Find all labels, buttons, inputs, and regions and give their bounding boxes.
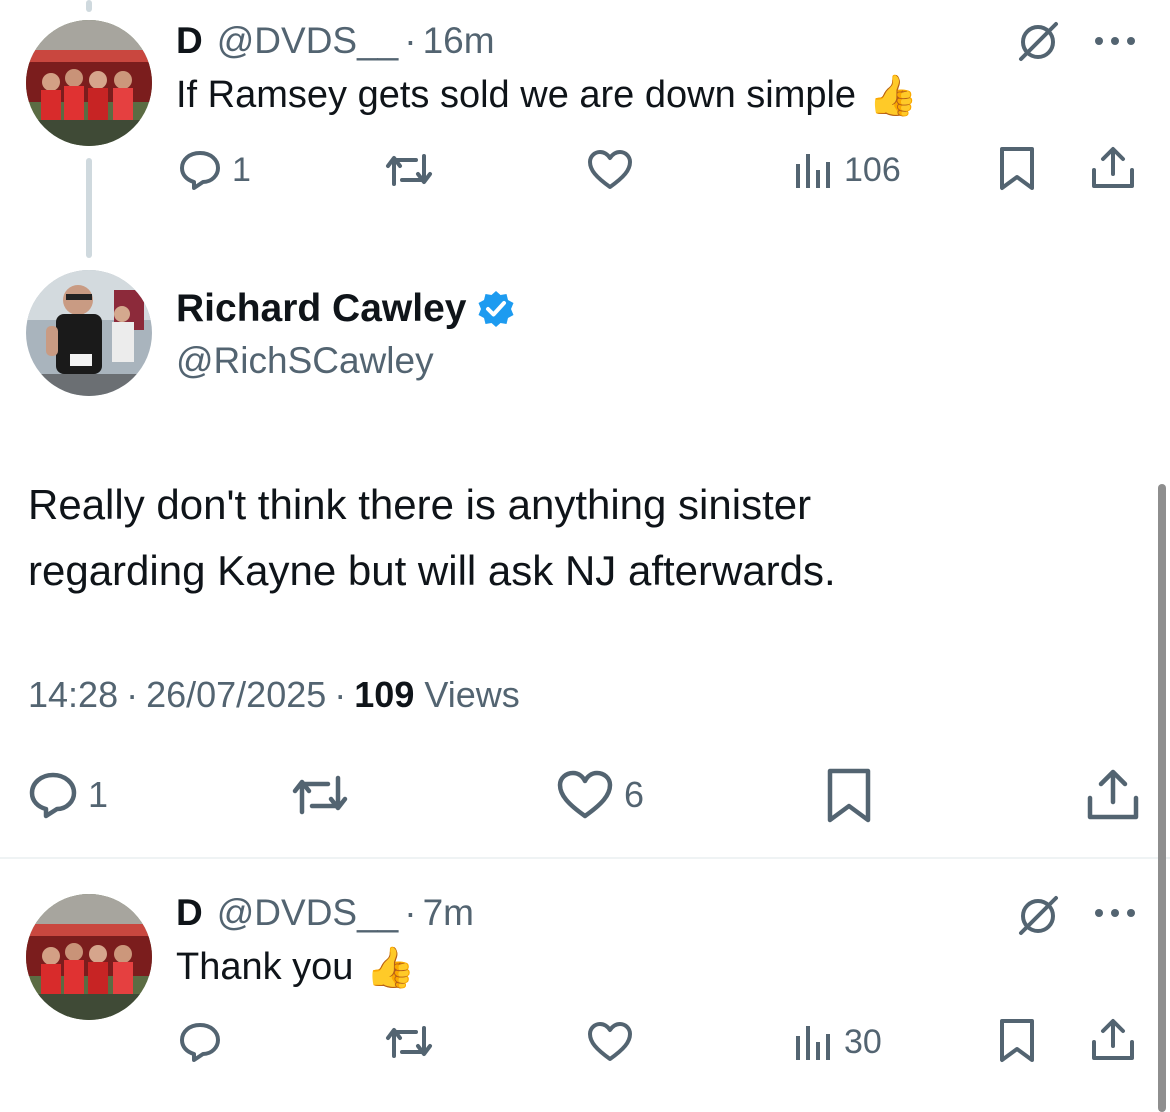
repost-icon [290, 772, 350, 818]
bookmark-icon[interactable] [826, 768, 872, 824]
thumbs-up-emoji: 👍 [365, 946, 416, 990]
views-count: 30 [844, 1022, 882, 1061]
display-name[interactable]: D [176, 892, 203, 934]
repost-icon [384, 1022, 434, 1062]
tweet-text: Thank you 👍 [176, 944, 415, 991]
views-label: Views [424, 674, 520, 715]
repost-action[interactable] [290, 770, 350, 820]
reply-header: D @DVDS__ · 7m [176, 892, 474, 934]
reply-action[interactable]: 1 [178, 148, 251, 192]
user-handle[interactable]: @DVDS__ [217, 20, 399, 62]
thread-line-top [86, 0, 92, 12]
more-options-icon[interactable] [1092, 906, 1138, 920]
avatar[interactable] [26, 270, 152, 396]
share-icon[interactable] [1086, 768, 1140, 822]
tweet-time[interactable]: 14:28 [28, 674, 118, 716]
separator-dot: · [404, 20, 417, 61]
display-name[interactable]: Richard Cawley [176, 287, 466, 331]
reply-icon [28, 771, 78, 819]
verified-badge-icon [476, 289, 516, 329]
like-action[interactable]: 6 [556, 770, 644, 820]
tweet-body: Really don't think there is anything sin… [28, 472, 836, 604]
reply-header: D @DVDS__ · 16m [176, 20, 495, 62]
thumbs-up-emoji: 👍 [868, 74, 918, 118]
bookmark-icon[interactable] [998, 1018, 1036, 1064]
avatar[interactable] [26, 894, 152, 1020]
like-action[interactable] [586, 1020, 634, 1064]
views-icon [794, 1022, 834, 1062]
views-count: 106 [844, 150, 901, 189]
grok-icon[interactable] [1016, 894, 1060, 938]
grok-icon[interactable] [1016, 20, 1060, 64]
reply-action[interactable]: 1 [28, 770, 108, 820]
tweet-meta: 14:28 · 26/07/2025 · 109 Views [28, 674, 520, 716]
divider [0, 857, 1170, 859]
tweet-text: If Ramsey gets sold we are down simple 👍 [176, 72, 918, 119]
thread-line-middle [86, 158, 92, 258]
repost-icon [384, 150, 434, 190]
user-handle[interactable]: @DVDS__ [217, 892, 399, 934]
tweet-date[interactable]: 26/07/2025 [146, 674, 326, 716]
share-icon[interactable] [1090, 146, 1136, 190]
repost-action[interactable] [384, 148, 434, 192]
display-name[interactable]: D [176, 20, 203, 62]
like-count: 6 [624, 774, 645, 815]
like-action[interactable] [586, 148, 634, 192]
separator-dot: · [334, 674, 347, 715]
tweet-text-line-2: regarding Kayne but will ask NJ afterwar… [28, 547, 836, 594]
separator-dot: · [404, 892, 417, 933]
views-icon [794, 150, 834, 190]
separator-dot: · [126, 674, 139, 715]
tweet-text-content: Thank you [176, 946, 354, 988]
share-icon[interactable] [1090, 1018, 1136, 1062]
views-count: 109 [354, 674, 415, 715]
reply-icon [178, 1021, 222, 1063]
views-action[interactable]: 106 [794, 148, 901, 192]
user-handle[interactable]: @RichSCawley [176, 340, 434, 382]
more-options-icon[interactable] [1092, 34, 1138, 48]
heart-icon [556, 770, 614, 820]
reply-count: 1 [232, 150, 251, 189]
avatar[interactable] [26, 20, 152, 146]
timestamp[interactable]: 16m [423, 20, 495, 62]
heart-icon [586, 1021, 634, 1063]
views-action[interactable]: 30 [794, 1020, 882, 1064]
bookmark-icon[interactable] [998, 146, 1036, 192]
tweet-text-content: If Ramsey gets sold we are down simple [176, 74, 857, 116]
reply-icon [178, 149, 222, 191]
reply-count: 1 [88, 774, 109, 815]
tweet-text-line-1: Really don't think there is anything sin… [28, 481, 812, 528]
repost-action[interactable] [384, 1020, 434, 1064]
timestamp[interactable]: 7m [423, 892, 474, 934]
author-name-row: Richard Cawley [176, 286, 516, 332]
reply-action[interactable] [178, 1020, 222, 1064]
scrollbar[interactable] [1158, 484, 1166, 1112]
heart-icon [586, 149, 634, 191]
